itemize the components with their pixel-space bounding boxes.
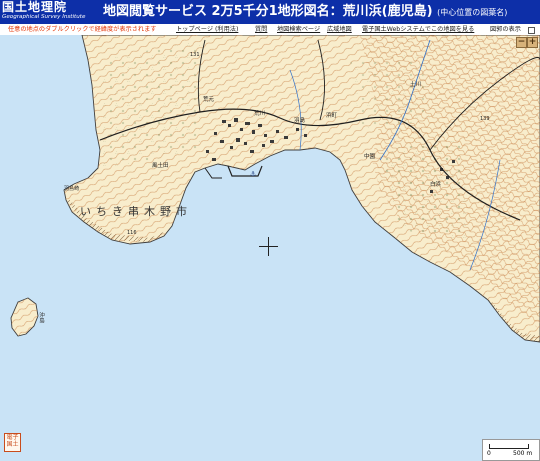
place-label-arakawa-moto: 荒元 — [203, 95, 215, 103]
top-page-link[interactable]: トップページ (利用法) — [176, 24, 238, 35]
page-title: 地図閲覧サービス 2万5千分1地形図名：荒川浜(鹿児島) (中心位置の図葉名) — [103, 3, 507, 21]
zoom-out-button[interactable]: − — [516, 37, 527, 48]
place-label-nakazono: 中園 — [364, 152, 376, 160]
map-frame-label: 図郭の表示 — [490, 26, 521, 33]
denshi-kokudo-stamp-logo: 電子国土 — [4, 433, 21, 452]
city-label: いちき串木野市 — [80, 204, 192, 218]
scale-max-label: 500 m — [513, 450, 533, 457]
scale-zero-label: 0 — [487, 450, 491, 457]
page-title-sub: (中心位置の図葉名) — [437, 8, 508, 17]
place-label-fudota: 風土田 — [152, 161, 169, 169]
gsi-logo[interactable]: 国土地理院 Geographical Survey Institute — [2, 1, 100, 23]
denshi-kokudo-link[interactable]: 電子国土Webシステムでこの地図を見る — [362, 24, 474, 35]
faq-link[interactable]: 質問 — [255, 24, 267, 35]
scale-bar: 0 500 m — [482, 439, 540, 461]
header-bar: 国土地理院 Geographical Survey Institute 地図閲覧… — [0, 0, 540, 24]
center-crosshair-icon — [259, 237, 278, 256]
spot-height-3: 131 — [190, 52, 200, 58]
page-title-main: 地図閲覧サービス 2万5千分1地形図名：荒川浜(鹿児島) — [103, 4, 433, 19]
place-label-hamamachi: 浜町 — [326, 111, 338, 119]
cape-label: 羽島崎 — [64, 185, 79, 192]
double-click-notice: 任意の地点のダブルクリックで経緯度が表示されます — [8, 26, 157, 33]
map-frame-checkbox[interactable] — [528, 27, 535, 34]
scale-bar-line — [489, 444, 529, 449]
place-label-hashima: 羽島 — [294, 116, 306, 124]
anchorage-icon: ⚓ — [250, 170, 256, 178]
nav-bar: 任意の地点のダブルクリックで経緯度が表示されます トップページ (利用法) 質問… — [0, 24, 540, 35]
spot-height-1: 116 — [127, 230, 137, 236]
zoom-controls: − + — [516, 37, 538, 48]
island-label: 沖島 — [38, 311, 45, 325]
place-label-arakawa: 荒川 — [254, 109, 265, 117]
zoom-in-button[interactable]: + — [527, 37, 538, 48]
spot-height-2: 139 — [480, 116, 490, 122]
place-label-tsuchikawa: 土川 — [410, 80, 421, 88]
map-search-link[interactable]: 地図検索ページ — [277, 24, 320, 35]
logo-english: Geographical Survey Institute — [2, 14, 86, 20]
wide-area-map-link[interactable]: 広域地図 — [327, 24, 352, 35]
logo-japanese: 国土地理院 — [2, 0, 68, 14]
place-label-shirahama: 白浜 — [430, 180, 442, 188]
